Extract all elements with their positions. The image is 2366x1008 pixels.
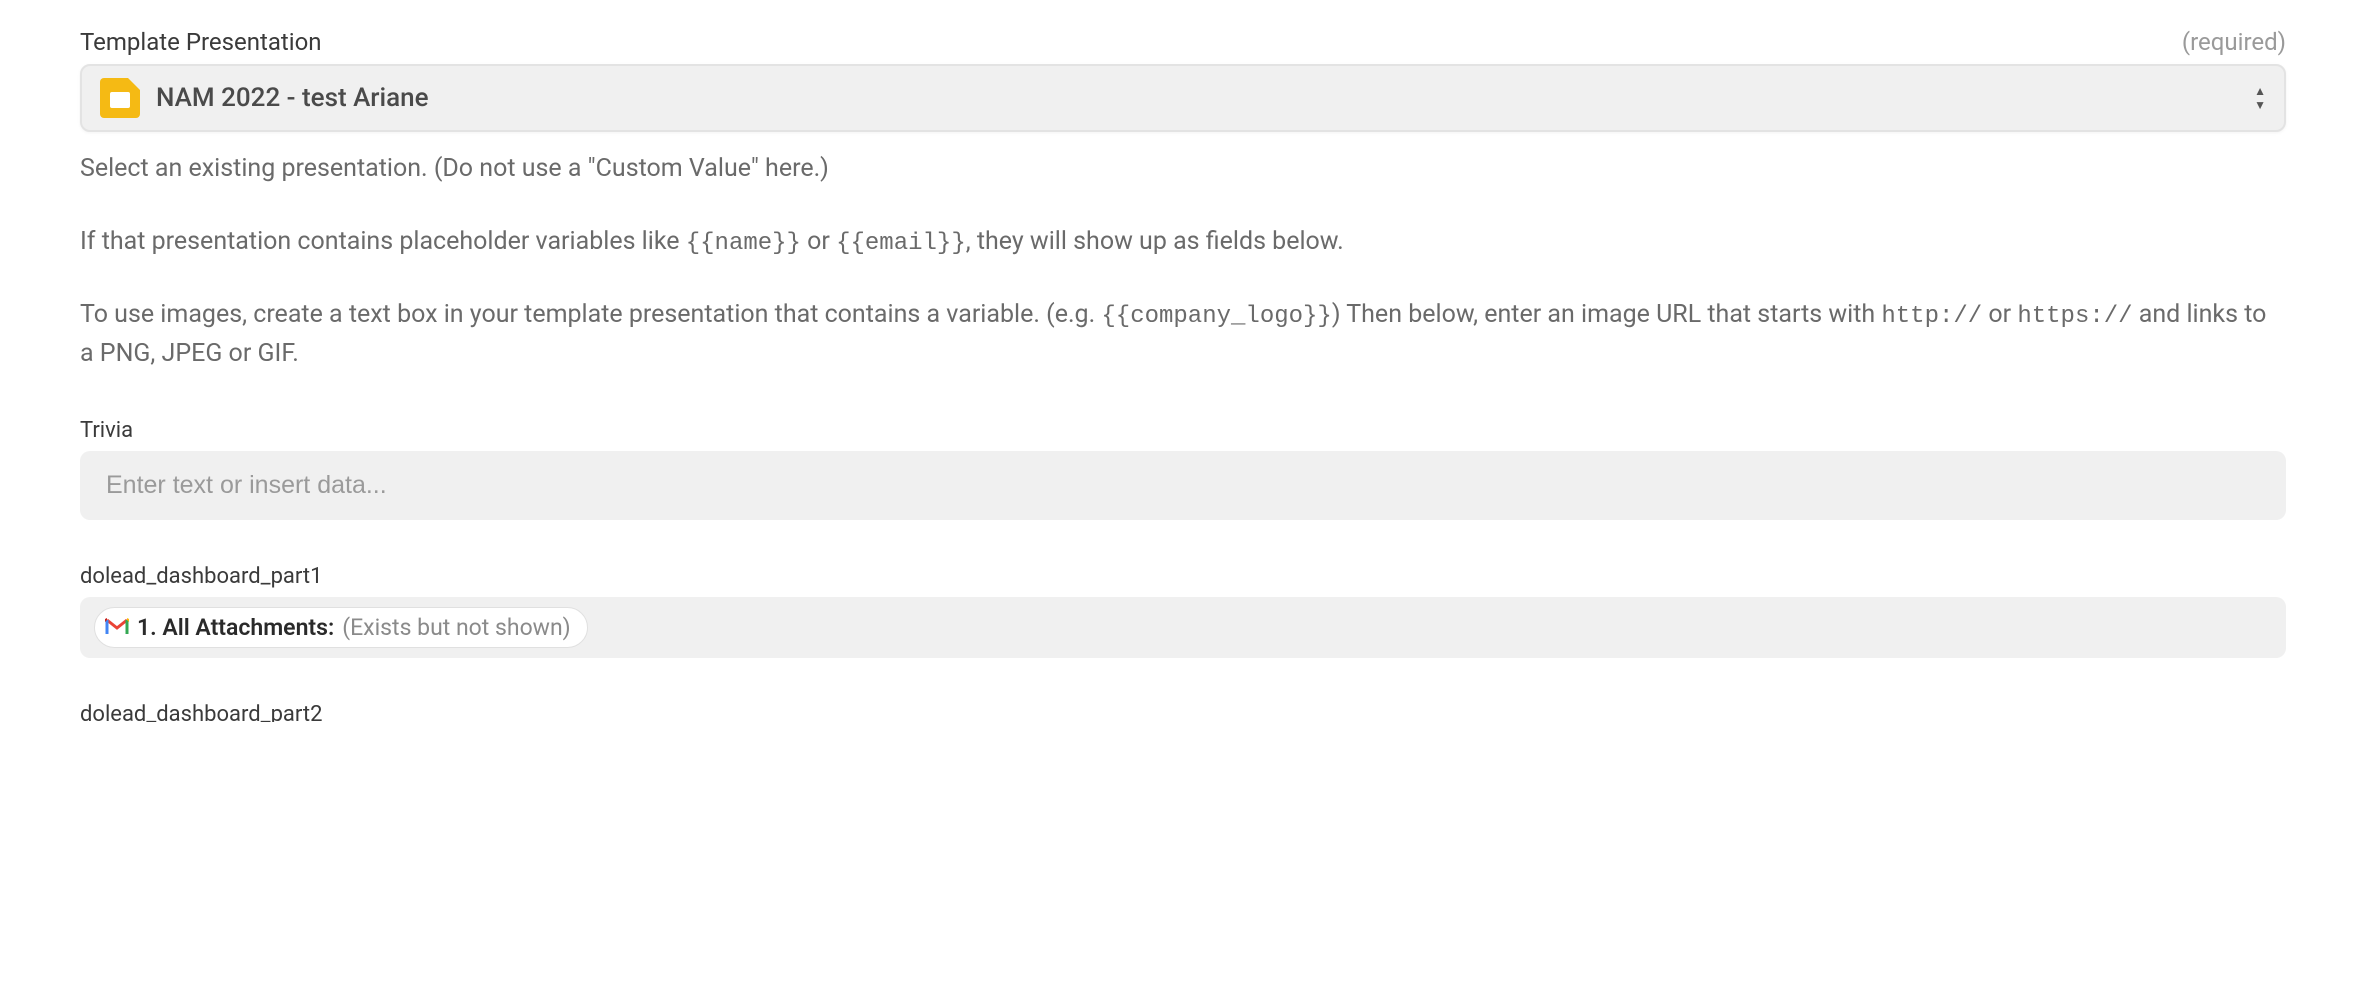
dashboard-part2-label: dolead_dashboard_part2 xyxy=(80,702,2286,722)
template-presentation-header: Template Presentation (required) xyxy=(80,28,2286,56)
trivia-input[interactable] xyxy=(80,451,2286,520)
pill-note: (Exists but not shown) xyxy=(342,614,570,641)
dashboard-part2-field: dolead_dashboard_part2 xyxy=(80,702,2286,722)
dashboard-part1-input[interactable]: 1. All Attachments: (Exists but not show… xyxy=(80,597,2286,658)
dropdown-sort-icon: ▲▼ xyxy=(2254,85,2266,111)
help-line-1: Select an existing presentation. (Do not… xyxy=(80,150,2286,189)
placeholder-var-logo: {{company_logo}} xyxy=(1101,303,1331,330)
google-slides-icon xyxy=(100,78,140,118)
placeholder-var-name: {{name}} xyxy=(686,230,801,257)
attachment-pill[interactable]: 1. All Attachments: (Exists but not show… xyxy=(94,607,588,648)
dashboard-part1-field: dolead_dashboard_part1 1. All Attachment… xyxy=(80,564,2286,658)
trivia-label: Trivia xyxy=(80,418,2286,443)
dropdown-selected-value: NAM 2022 - test Ariane xyxy=(156,83,2254,113)
trivia-field: Trivia xyxy=(80,418,2286,520)
http-scheme: http:// xyxy=(1881,303,1982,330)
template-presentation-help: Select an existing presentation. (Do not… xyxy=(80,150,2286,374)
template-presentation-label: Template Presentation xyxy=(80,28,322,56)
template-presentation-dropdown[interactable]: NAM 2022 - test Ariane ▲▼ xyxy=(80,64,2286,132)
help-line-2: If that presentation contains placeholde… xyxy=(80,223,2286,262)
placeholder-var-email: {{email}} xyxy=(836,230,966,257)
https-scheme: https:// xyxy=(2017,303,2132,330)
help-line-3: To use images, create a text box in your… xyxy=(80,296,2286,374)
gmail-icon xyxy=(105,618,129,636)
required-indicator: (required) xyxy=(2182,28,2286,56)
pill-title: 1. All Attachments: xyxy=(137,614,334,641)
dashboard-part1-label: dolead_dashboard_part1 xyxy=(80,564,2286,589)
